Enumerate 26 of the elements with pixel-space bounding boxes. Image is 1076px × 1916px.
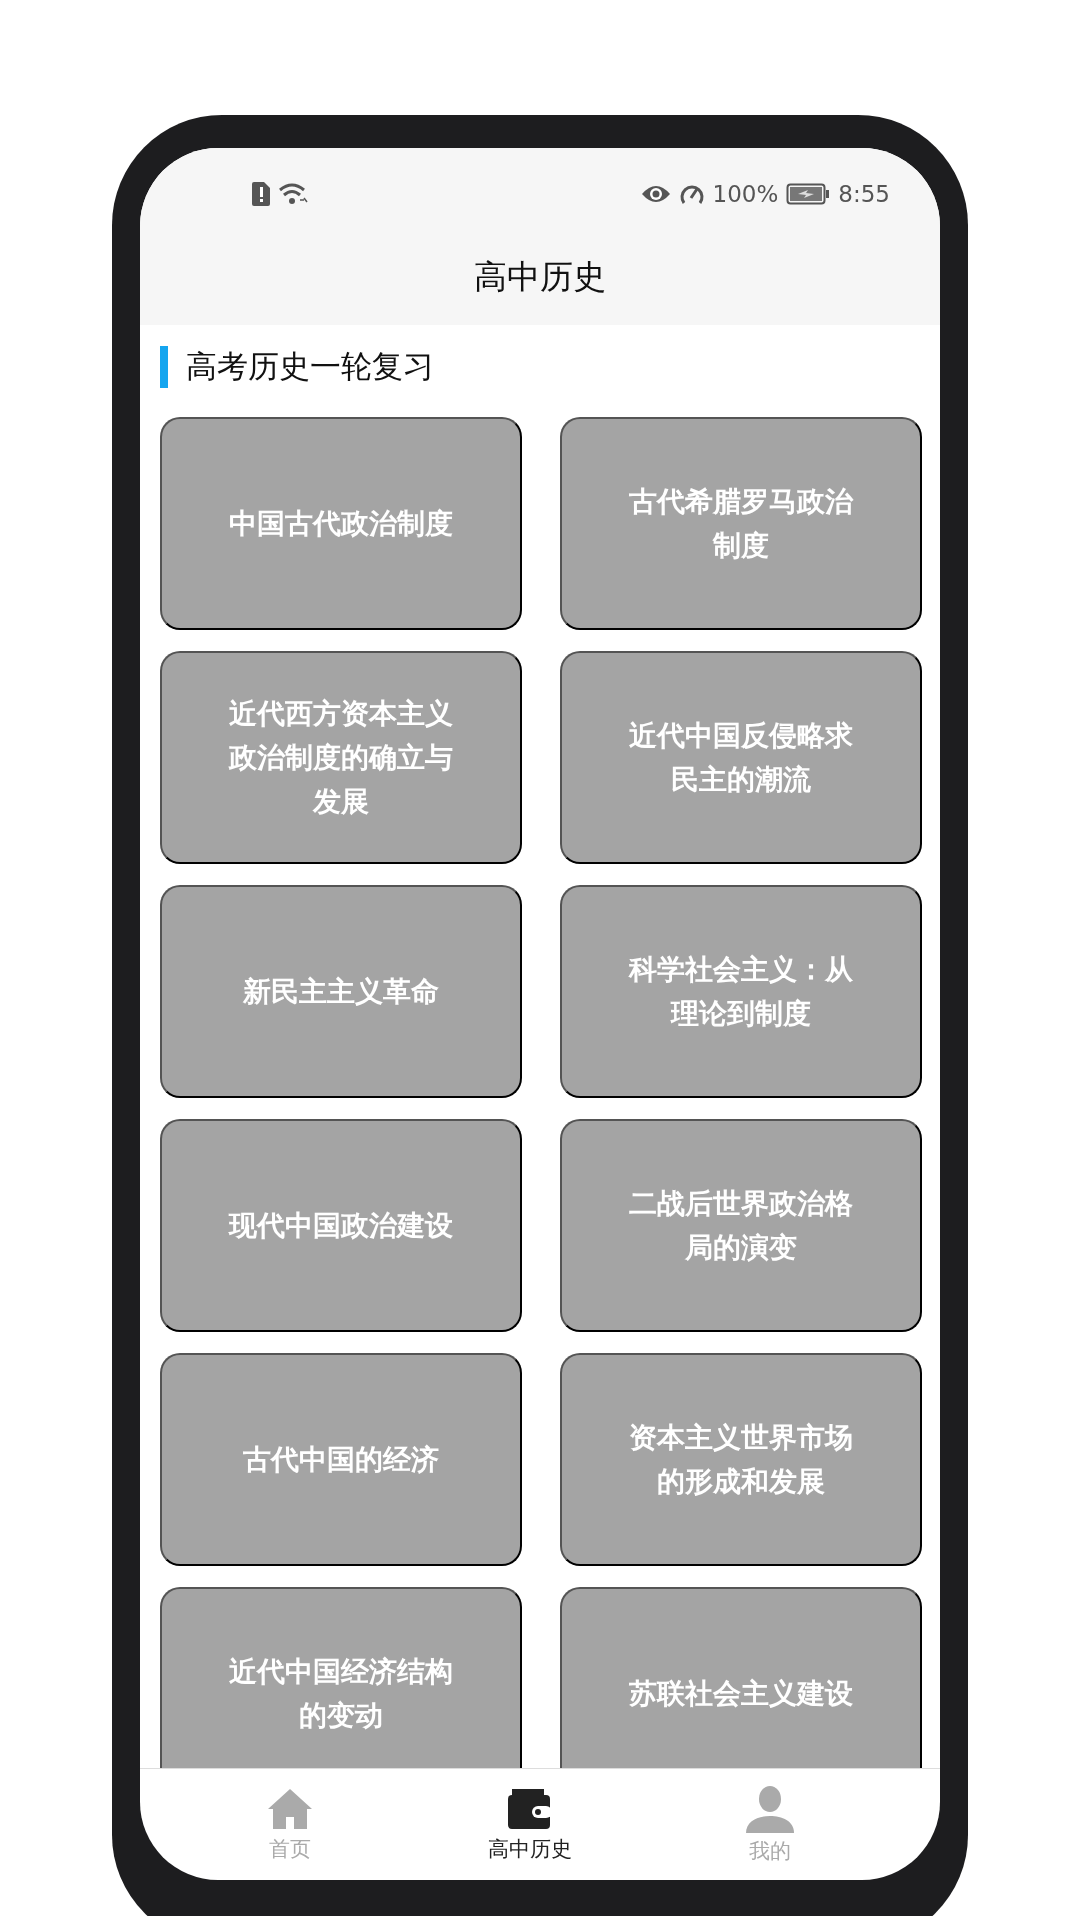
section-accent-bar (160, 346, 168, 388)
topic-card[interactable]: 新民主主义革命 (160, 885, 522, 1098)
page-title: 高中历史 (474, 256, 606, 298)
topic-card[interactable]: 近代中国经济结构的变动 (160, 1587, 522, 1768)
battery-percent: 100% (712, 181, 779, 207)
nav-tab[interactable]: 高中历史 (460, 1769, 600, 1880)
topic-card[interactable]: 近代西方资本主义政治制度的确立与发展 (160, 651, 522, 864)
topic-card[interactable]: 古代希腊罗马政治制度 (560, 417, 922, 630)
battery-charging-icon (786, 183, 831, 205)
eye-icon (640, 184, 671, 204)
person-icon (744, 1784, 796, 1833)
topic-card[interactable]: 中国古代政治制度 (160, 417, 522, 630)
topic-card[interactable]: 二战后世界政治格局的演变 (560, 1119, 922, 1332)
nav-tab[interactable]: 首页 (220, 1769, 360, 1880)
sim-alert-icon (252, 182, 270, 206)
section-title: 高考历史一轮复习 (186, 347, 434, 386)
wifi-icon (278, 182, 308, 206)
topic-card[interactable]: 近代中国反侵略求民主的潮流 (560, 651, 922, 864)
topic-card[interactable]: 古代中国的经济 (160, 1353, 522, 1566)
home-icon (267, 1786, 313, 1831)
status-time: 8:55 (838, 181, 890, 207)
topic-card[interactable]: 现代中国政治建设 (160, 1119, 522, 1332)
topic-card[interactable]: 苏联社会主义建设 (560, 1587, 922, 1768)
topic-card[interactable]: 科学社会主义：从理论到制度 (560, 885, 922, 1098)
nav-tab[interactable]: 我的 (700, 1769, 840, 1880)
topic-card[interactable]: 资本主义世界市场的形成和发展 (560, 1353, 922, 1566)
